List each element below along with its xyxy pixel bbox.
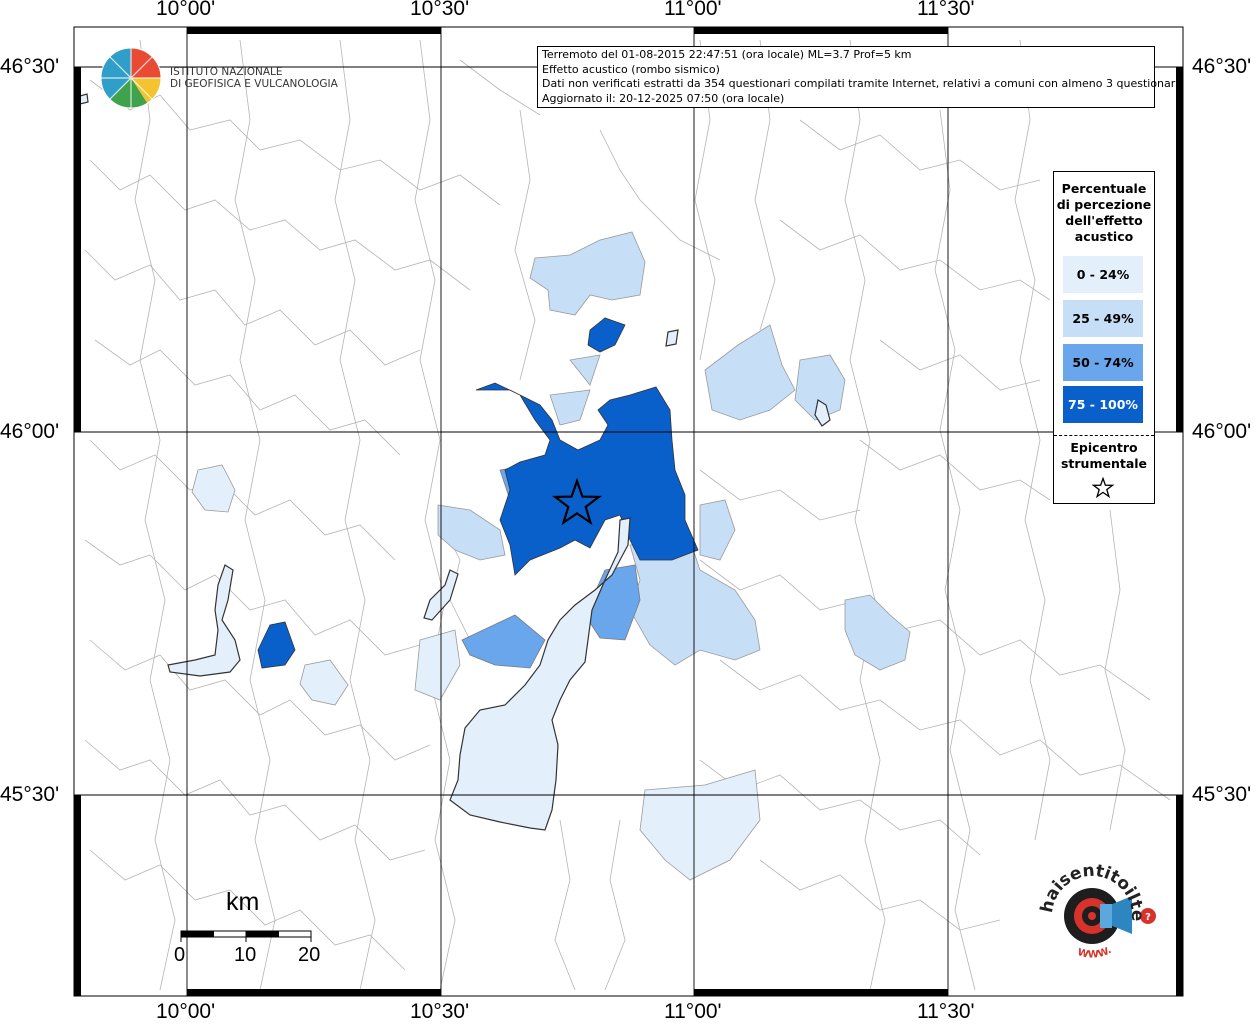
lon-label-10-00-bottom: 10°00' — [156, 1000, 216, 1023]
legend-swatch-75-100: 75 - 100% — [1063, 386, 1143, 423]
map-figure: ? haisentitoilterremoto.it WWW. 10°00' 1… — [0, 0, 1256, 1024]
legend-title-line-1: Percentuale — [1061, 181, 1147, 196]
lat-label-46-00-right: 46°00' — [1192, 420, 1252, 443]
lon-label-11-00-top: 11°00' — [664, 0, 722, 20]
organization-line-1: ISTITUTO NAZIONALE — [170, 66, 283, 78]
legend-epicenter-label: Epicentro strumentale — [1054, 440, 1154, 472]
lat-label-45-30-right: 45°30' — [1192, 783, 1252, 806]
organization-name: ISTITUTO NAZIONALE DI GEOFISICA E VULCAN… — [170, 66, 338, 90]
lon-label-10-30-bottom: 10°30' — [410, 1000, 470, 1023]
legend-epicenter-line-2: strumentale — [1060, 456, 1148, 471]
scale-bar-tick-0: 0 — [174, 944, 186, 966]
scale-bar-tick-10: 10 — [234, 944, 257, 966]
lon-label-10-00-top: 10°00' — [156, 0, 216, 20]
legend-title-line-4: acustico — [1074, 229, 1134, 244]
lon-label-11-30-top: 11°30' — [917, 0, 975, 20]
legend-title-line-3: dell'effetto — [1065, 213, 1143, 228]
legend-title-line-2: di percezione — [1056, 197, 1152, 212]
legend: Percentuale di percezione dell'effetto a… — [1053, 171, 1155, 504]
legend-title: Percentuale di percezione dell'effetto a… — [1054, 181, 1154, 245]
lake-molveno — [665, 329, 679, 347]
scale-bar-tick-20: 20 — [298, 944, 321, 966]
legend-swatch-0-24: 0 - 24% — [1063, 256, 1143, 293]
lat-label-46-30-right: 46°30' — [1192, 55, 1252, 78]
scale-bar-unit: km — [226, 888, 260, 916]
event-info-line-1: Terremoto del 01-08-2015 22:47:51 (ora l… — [542, 48, 912, 61]
event-info-line-3: Dati non verificati estratti da 354 ques… — [542, 77, 1182, 91]
lon-label-11-00-bottom: 11°00' — [664, 1000, 722, 1023]
legend-divider — [1054, 435, 1154, 436]
lon-label-11-30-bottom: 11°30' — [917, 1000, 975, 1023]
ingv-logo-icon — [100, 47, 162, 109]
legend-swatch-50-74: 50 - 74% — [1063, 344, 1143, 381]
star-outline-icon — [1092, 477, 1114, 499]
organization-line-2: DI GEOFISICA E VULCANOLOGIA — [170, 78, 338, 90]
legend-epicenter-line-1: Epicentro — [1070, 440, 1138, 455]
lake-small — [79, 93, 89, 105]
event-info-line-2: Effetto acustico (rombo sismico) — [542, 62, 720, 76]
lat-label-46-00-left: 46°00' — [0, 420, 60, 443]
map-canvas: ? haisentitoilterremoto.it WWW. — [0, 0, 1184, 997]
event-info-line-4: Aggiornato il: 20-12-2025 07:50 (ora loc… — [542, 91, 785, 105]
lon-label-10-30-top: 10°30' — [410, 0, 470, 20]
legend-swatch-25-49: 25 - 49% — [1063, 300, 1143, 337]
lat-label-45-30-left: 45°30' — [0, 783, 60, 806]
lat-label-46-30-left: 46°30' — [0, 55, 60, 78]
event-info-box: Terremoto del 01-08-2015 22:47:51 (ora l… — [537, 46, 1182, 108]
